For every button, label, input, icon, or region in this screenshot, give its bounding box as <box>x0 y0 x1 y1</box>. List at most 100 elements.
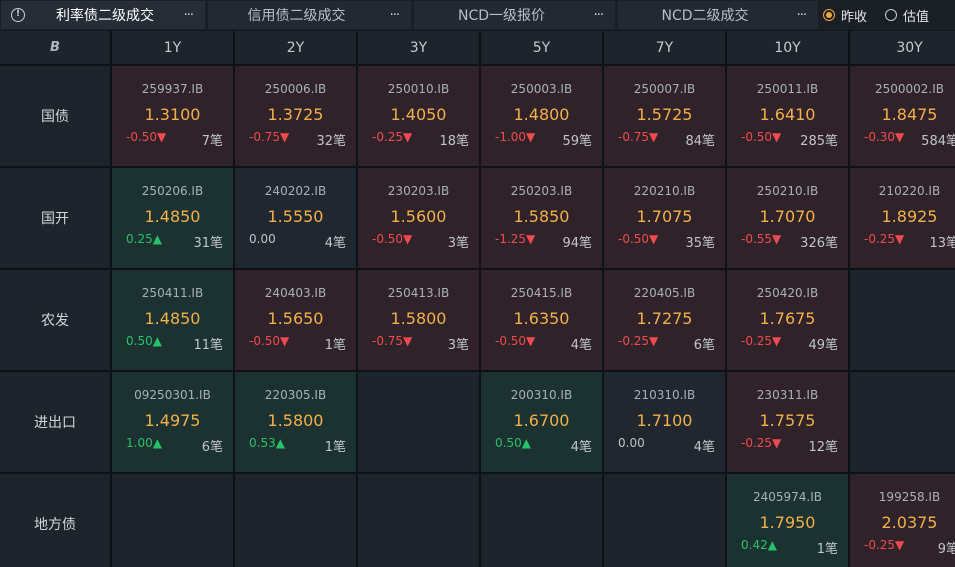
yield-value: 1.7075 <box>636 207 693 226</box>
trade-count: 59笔 <box>562 134 592 149</box>
yield-change: 0.25▲ <box>126 232 162 246</box>
quote-cell[interactable]: 259937.IB 1.3100 -0.50▼ 7笔 <box>112 66 233 166</box>
bond-code: 230311.IB <box>756 388 819 402</box>
yield-change: -0.50▼ <box>126 130 167 144</box>
tab-label: 信用债二级成交 <box>247 8 346 24</box>
brand-b-icon[interactable]: B <box>50 40 60 55</box>
row-header: 农发 <box>0 270 110 370</box>
quote-cell[interactable]: 250203.IB 1.5850 -1.25▼ 94笔 <box>481 168 602 268</box>
trade-count: 31笔 <box>193 236 223 251</box>
quote-cell[interactable]: 230311.IB 1.7575 -0.25▼ 12笔 <box>727 372 848 472</box>
trade-count: 3笔 <box>447 338 469 353</box>
empty-cell <box>850 270 955 370</box>
quote-cell[interactable]: 200310.IB 1.6700 0.50▲ 4笔 <box>481 372 602 472</box>
bond-code: 2500002.IB <box>874 82 945 96</box>
radio-label: 估值 <box>903 9 930 25</box>
column-header[interactable]: 30Y <box>850 31 955 64</box>
trade-count: 3笔 <box>447 236 469 251</box>
quote-cell[interactable]: 250003.IB 1.4800 -1.00▼ 59笔 <box>481 66 602 166</box>
radio-prev-close[interactable]: 昨收 <box>823 6 867 25</box>
column-header[interactable]: 10Y <box>727 31 848 64</box>
quote-cell[interactable]: 2500002.IB 1.8475 -0.30▼ 584笔 <box>850 66 955 166</box>
yield-change: 0.00 <box>249 232 276 246</box>
row-header: 进出口 <box>0 372 110 472</box>
yield-change: -0.75▼ <box>249 130 290 144</box>
quote-cell[interactable]: 250206.IB 1.4850 0.25▲ 31笔 <box>112 168 233 268</box>
quote-cell[interactable]: 199258.IB 2.0375 -0.25▼ 9笔 <box>850 474 955 567</box>
quote-cell[interactable]: 250210.IB 1.7070 -0.55▼ 326笔 <box>727 168 848 268</box>
more-icon[interactable]: ··· <box>797 8 807 23</box>
trade-count: 94笔 <box>562 236 592 251</box>
quote-cell[interactable]: 2405974.IB 1.7950 0.42▲ 1笔 <box>727 474 848 567</box>
bond-code: 250210.IB <box>756 184 819 198</box>
quote-cell[interactable]: 210220.IB 1.8925 -0.25▼ 13笔 <box>850 168 955 268</box>
empty-cell <box>481 474 602 567</box>
bond-code: 09250301.IB <box>134 388 211 402</box>
yield-change: -0.25▼ <box>864 538 905 552</box>
yield-change: -0.50▼ <box>495 334 536 348</box>
quote-cell[interactable]: 210310.IB 1.7100 0.00 4笔 <box>604 372 725 472</box>
bond-code: 250006.IB <box>264 82 327 96</box>
info-icon[interactable]: ! <box>11 8 25 22</box>
tab-label: NCD一级报价 <box>457 8 546 24</box>
yield-value: 2.0375 <box>881 513 938 532</box>
quote-cell[interactable]: 09250301.IB 1.4975 1.00▲ 6笔 <box>112 372 233 472</box>
bond-code: 259937.IB <box>141 82 204 96</box>
quote-cell[interactable]: 230203.IB 1.5600 -0.50▼ 3笔 <box>358 168 479 268</box>
trade-count: 326笔 <box>800 236 838 251</box>
yield-value: 1.5800 <box>390 309 447 328</box>
yield-change: -0.25▼ <box>618 334 659 348</box>
bond-code: 210220.IB <box>878 184 941 198</box>
yield-value: 1.5800 <box>267 411 324 430</box>
tab-rate-bond-secondary[interactable]: ! 利率债二级成交 ··· <box>1 1 205 29</box>
bond-code: 199258.IB <box>878 490 941 504</box>
tab-ncd-secondary[interactable]: NCD二级成交 ··· <box>618 1 818 29</box>
trade-count: 18笔 <box>439 134 469 149</box>
quote-cell[interactable]: 250411.IB 1.4850 0.50▲ 11笔 <box>112 270 233 370</box>
quote-cell[interactable]: 250006.IB 1.3725 -0.75▼ 32笔 <box>235 66 356 166</box>
quote-cell[interactable]: 220305.IB 1.5800 0.53▲ 1笔 <box>235 372 356 472</box>
column-header[interactable]: 2Y <box>235 31 356 64</box>
radio-valuation[interactable]: 估值 <box>885 6 929 25</box>
quote-cell[interactable]: 240202.IB 1.5550 0.00 4笔 <box>235 168 356 268</box>
column-header[interactable]: 5Y <box>481 31 602 64</box>
trade-count: 4笔 <box>570 338 592 353</box>
quote-cell[interactable]: 250415.IB 1.6350 -0.50▼ 4笔 <box>481 270 602 370</box>
quote-cell[interactable]: 250011.IB 1.6410 -0.50▼ 285笔 <box>727 66 848 166</box>
quote-cell[interactable]: 220405.IB 1.7275 -0.25▼ 6笔 <box>604 270 725 370</box>
yield-value: 1.4975 <box>144 411 201 430</box>
yield-change: -1.25▼ <box>495 232 536 246</box>
radio-unchecked-icon[interactable] <box>885 9 898 21</box>
column-header[interactable]: 1Y <box>112 31 233 64</box>
yield-change: -0.50▼ <box>741 130 782 144</box>
bond-code: 250007.IB <box>633 82 696 96</box>
quote-cell[interactable]: 250007.IB 1.5725 -0.75▼ 84笔 <box>604 66 725 166</box>
more-icon[interactable]: ··· <box>390 8 400 23</box>
tab-ncd-primary-quote[interactable]: NCD一级报价 ··· <box>414 1 615 29</box>
trade-count: 1笔 <box>816 542 838 557</box>
yield-change: -0.50▼ <box>249 334 290 348</box>
yield-value: 1.7275 <box>636 309 693 328</box>
column-header[interactable]: 3Y <box>358 31 479 64</box>
yield-change: 0.00 <box>618 436 645 450</box>
yield-value: 1.5850 <box>513 207 570 226</box>
trade-count: 6笔 <box>693 338 715 353</box>
more-icon[interactable]: ··· <box>594 8 604 23</box>
radio-checked-icon[interactable] <box>823 9 835 21</box>
more-icon[interactable]: ··· <box>184 8 194 23</box>
quote-cell[interactable]: 250420.IB 1.7675 -0.25▼ 49笔 <box>727 270 848 370</box>
yield-matrix: B 1Y 2Y 3Y 5Y 7Y 10Y 30Y 国债 259937.IB 1.3100 -0.50▼… <box>0 31 955 567</box>
trade-count: 4笔 <box>693 440 715 455</box>
quote-cell[interactable]: 250010.IB 1.4050 -0.25▼ 18笔 <box>358 66 479 166</box>
tab-credit-bond-secondary[interactable]: 信用债二级成交 ··· <box>208 1 411 29</box>
yield-value: 1.4850 <box>144 309 201 328</box>
quote-cell[interactable]: 250413.IB 1.5800 -0.75▼ 3笔 <box>358 270 479 370</box>
bond-code: 240202.IB <box>264 184 327 198</box>
column-header[interactable]: 7Y <box>604 31 725 64</box>
quote-cell[interactable]: 220210.IB 1.7075 -0.50▼ 35笔 <box>604 168 725 268</box>
basis-radio-group: 昨收 估值 <box>815 1 955 29</box>
quote-cell[interactable]: 240403.IB 1.5650 -0.50▼ 1笔 <box>235 270 356 370</box>
empty-cell <box>112 474 233 567</box>
trade-count: 35笔 <box>685 236 715 251</box>
yield-value: 1.5725 <box>636 105 693 124</box>
